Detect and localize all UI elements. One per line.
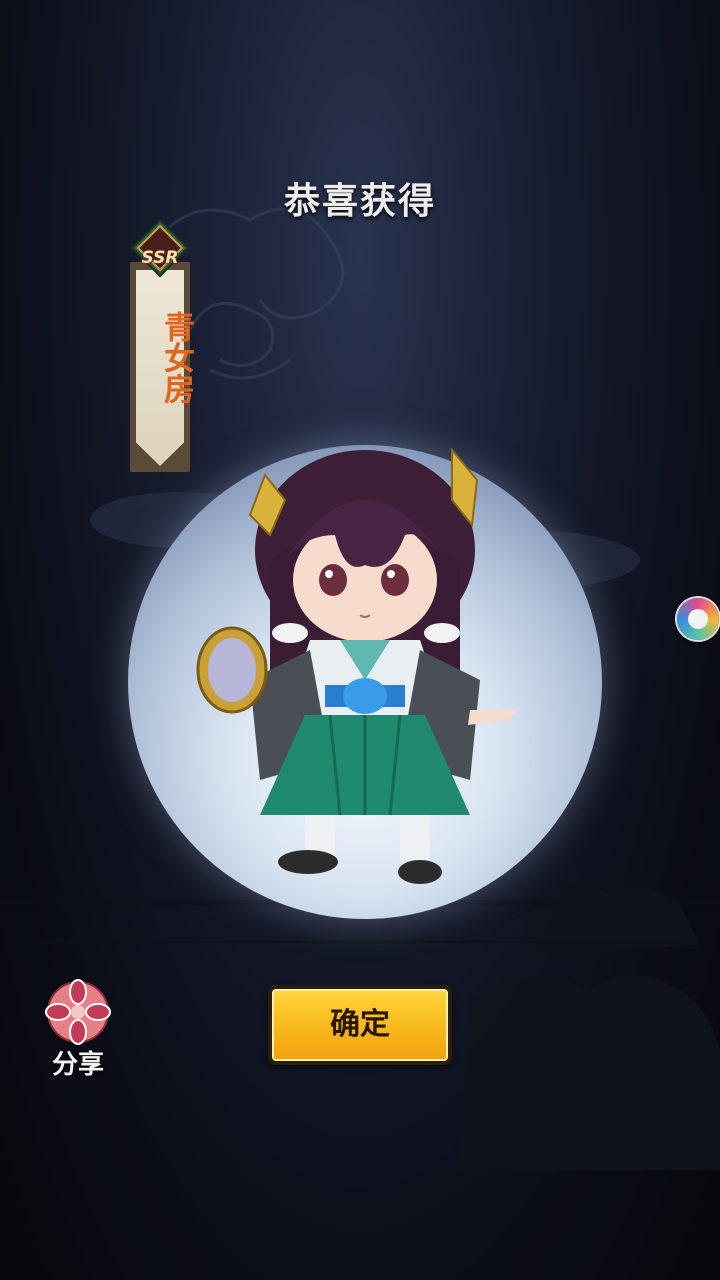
page-title: 恭喜获得	[283, 181, 436, 222]
share-label: 分享	[51, 1050, 104, 1080]
confirm-button[interactable]: 确定	[268, 985, 452, 1065]
rarity-label: SSR	[141, 248, 179, 268]
character-name: 青女房	[158, 310, 194, 404]
share-button[interactable]: 分享	[40, 978, 116, 1080]
floating-ball-icon[interactable]	[677, 598, 719, 640]
share-flower-icon	[45, 979, 111, 1045]
character-figure	[196, 447, 518, 884]
character-name-banner: SSR 青女房	[128, 218, 194, 472]
